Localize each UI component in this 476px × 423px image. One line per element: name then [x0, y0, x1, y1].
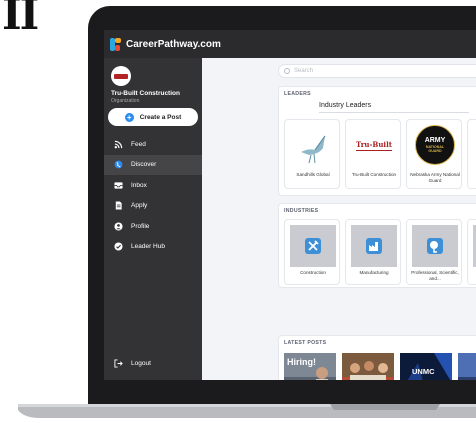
- org-type: Organization: [111, 98, 140, 104]
- post-image: [458, 353, 476, 380]
- user-icon: [114, 221, 123, 231]
- brand-name: CareerPathway.com: [126, 38, 221, 50]
- leaders-section: LEADERS Industry Leaders Sandhills Globa…: [278, 86, 476, 196]
- post-overlay-text: UNMC: [412, 367, 435, 376]
- leader-name: Sandhills Global: [296, 172, 330, 177]
- industry-name: Manufacturing: [359, 270, 389, 275]
- tools-icon: [305, 238, 321, 254]
- industry-image: [290, 225, 336, 267]
- inbox-icon: [114, 181, 123, 189]
- crane-logo-icon: [301, 135, 326, 164]
- search-placeholder: Search: [294, 68, 314, 74]
- section-title: LEADERS: [284, 91, 311, 97]
- careerpathway-logo-icon: [110, 37, 121, 51]
- sidebar-item-discover[interactable]: Discover: [104, 154, 202, 175]
- sidebar-item-apply[interactable]: Apply: [104, 196, 202, 216]
- post-thumbnail[interactable]: Hiring!: [284, 353, 336, 380]
- guard-logo-text: NATIONAL GUARD: [425, 144, 445, 154]
- sidebar-item-profile[interactable]: Profile: [104, 216, 202, 236]
- plus-icon: +: [124, 112, 134, 122]
- sidebar-item-leader-hub[interactable]: Leader Hub: [104, 237, 202, 257]
- leader-name: Nebraska Army National Guard: [410, 172, 460, 183]
- sidebar: Tru-Built Construction Organization + Cr…: [104, 58, 202, 380]
- create-post-label: Create a Post: [139, 113, 182, 121]
- tab-divider: [319, 112, 469, 113]
- industry-card-construction[interactable]: Construction: [284, 219, 340, 285]
- post-overlay-text: Hiring!: [287, 357, 316, 367]
- post-image: [342, 353, 394, 380]
- industry-image: [412, 225, 458, 267]
- sidebar-item-label: Apply: [131, 202, 148, 209]
- brain-icon: [427, 238, 443, 254]
- industry-card-professional[interactable]: Professional, Scientific, and...: [406, 219, 462, 285]
- latest-posts-section: LATEST POSTS Hiring! UNMC: [278, 335, 476, 380]
- leader-card-trubuilt[interactable]: Tru-Built Tru-Built Construction: [345, 119, 401, 189]
- factory-icon: [366, 238, 382, 254]
- post-thumbnail[interactable]: [342, 353, 394, 380]
- leader-card-army-guard[interactable]: ARMY NATIONAL GUARD Nebraska Army Nation…: [406, 119, 462, 189]
- sidebar-item-label: Discover: [131, 161, 157, 168]
- search-input[interactable]: Search: [278, 64, 476, 78]
- army-logo-text: ARMY: [424, 136, 446, 144]
- industry-name: Professional, Scientific, and...: [411, 270, 459, 281]
- industry-name: Construction: [300, 270, 326, 275]
- industry-card-partial[interactable]: [467, 219, 476, 285]
- sidebar-item-label: Profile: [131, 222, 150, 230]
- leader-card-sandhills[interactable]: Sandhills Global: [284, 119, 340, 189]
- sidebar-item-label: Leader Hub: [131, 243, 165, 250]
- sidebar-nav: Feed Discover Inbox Apply Profile Leader…: [104, 134, 202, 257]
- post-thumbnail[interactable]: [458, 353, 476, 380]
- logout-button[interactable]: Logout: [114, 359, 151, 368]
- sidebar-item-label: Feed: [131, 140, 146, 148]
- org-name: Tru-Built Construction: [111, 90, 180, 97]
- sidebar-item-label: Inbox: [131, 181, 147, 189]
- check-badge-icon: [114, 242, 123, 251]
- industries-section: INDUSTRIES Construction Manufacturing Pr…: [278, 203, 476, 288]
- screen: CareerPathway.com Tru-Built Construction…: [104, 30, 476, 380]
- logout-icon: [114, 359, 123, 368]
- globe-icon: [114, 160, 123, 169]
- logout-label: Logout: [131, 360, 151, 367]
- industry-card-manufacturing[interactable]: Manufacturing: [345, 219, 401, 285]
- search-icon: [284, 68, 290, 74]
- rss-icon: [114, 140, 123, 148]
- title-bar: CareerPathway.com: [104, 30, 476, 58]
- leader-name: Tru-Built Construction: [351, 172, 397, 177]
- main-content: Search LEADERS Industry Leaders Sandhill…: [202, 58, 476, 380]
- sidebar-item-feed[interactable]: Feed: [104, 134, 202, 154]
- post-thumbnail[interactable]: UNMC: [400, 353, 452, 380]
- sidebar-item-inbox[interactable]: Inbox: [104, 175, 202, 195]
- army-guard-logo: ARMY NATIONAL GUARD: [415, 125, 455, 165]
- avatar[interactable]: [111, 66, 131, 86]
- industry-image: [351, 225, 397, 267]
- tab-industry-leaders[interactable]: Industry Leaders: [319, 102, 371, 109]
- section-title: LATEST POSTS: [284, 340, 327, 346]
- trubuilt-logo: Tru-Built: [356, 140, 392, 149]
- leader-card-partial[interactable]: [467, 119, 476, 189]
- section-title: INDUSTRIES: [284, 208, 319, 214]
- document-icon: [115, 201, 122, 210]
- create-post-button[interactable]: + Create a Post: [108, 108, 198, 126]
- logo-underline: [356, 150, 392, 151]
